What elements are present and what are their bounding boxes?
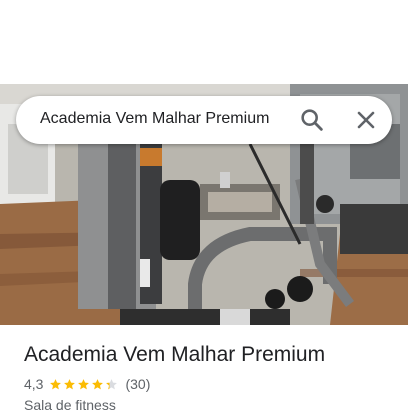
search-input[interactable]: Academia Vem Malhar Premium	[40, 110, 269, 128]
place-title[interactable]: Academia Vem Malhar Premium	[24, 343, 325, 367]
rating-row[interactable]: 4,3 (30)	[24, 376, 150, 392]
star-icon	[92, 378, 104, 389]
rating-stars	[49, 378, 119, 391]
star-icon	[64, 378, 76, 389]
top-blank-area	[0, 0, 408, 84]
search-icon[interactable]	[298, 106, 326, 134]
place-info-panel: Academia Vem Malhar Premium 4,3 (30) Sal…	[0, 325, 408, 413]
close-icon[interactable]	[352, 106, 380, 134]
star-icon	[106, 378, 118, 389]
star-icon	[78, 378, 90, 389]
search-bar[interactable]: Academia Vem Malhar Premium	[16, 96, 392, 144]
reviews-count[interactable]: (30)	[125, 376, 150, 392]
rating-value: 4,3	[24, 376, 44, 392]
star-icon	[50, 378, 62, 389]
place-category: Sala de fitness	[24, 397, 116, 413]
